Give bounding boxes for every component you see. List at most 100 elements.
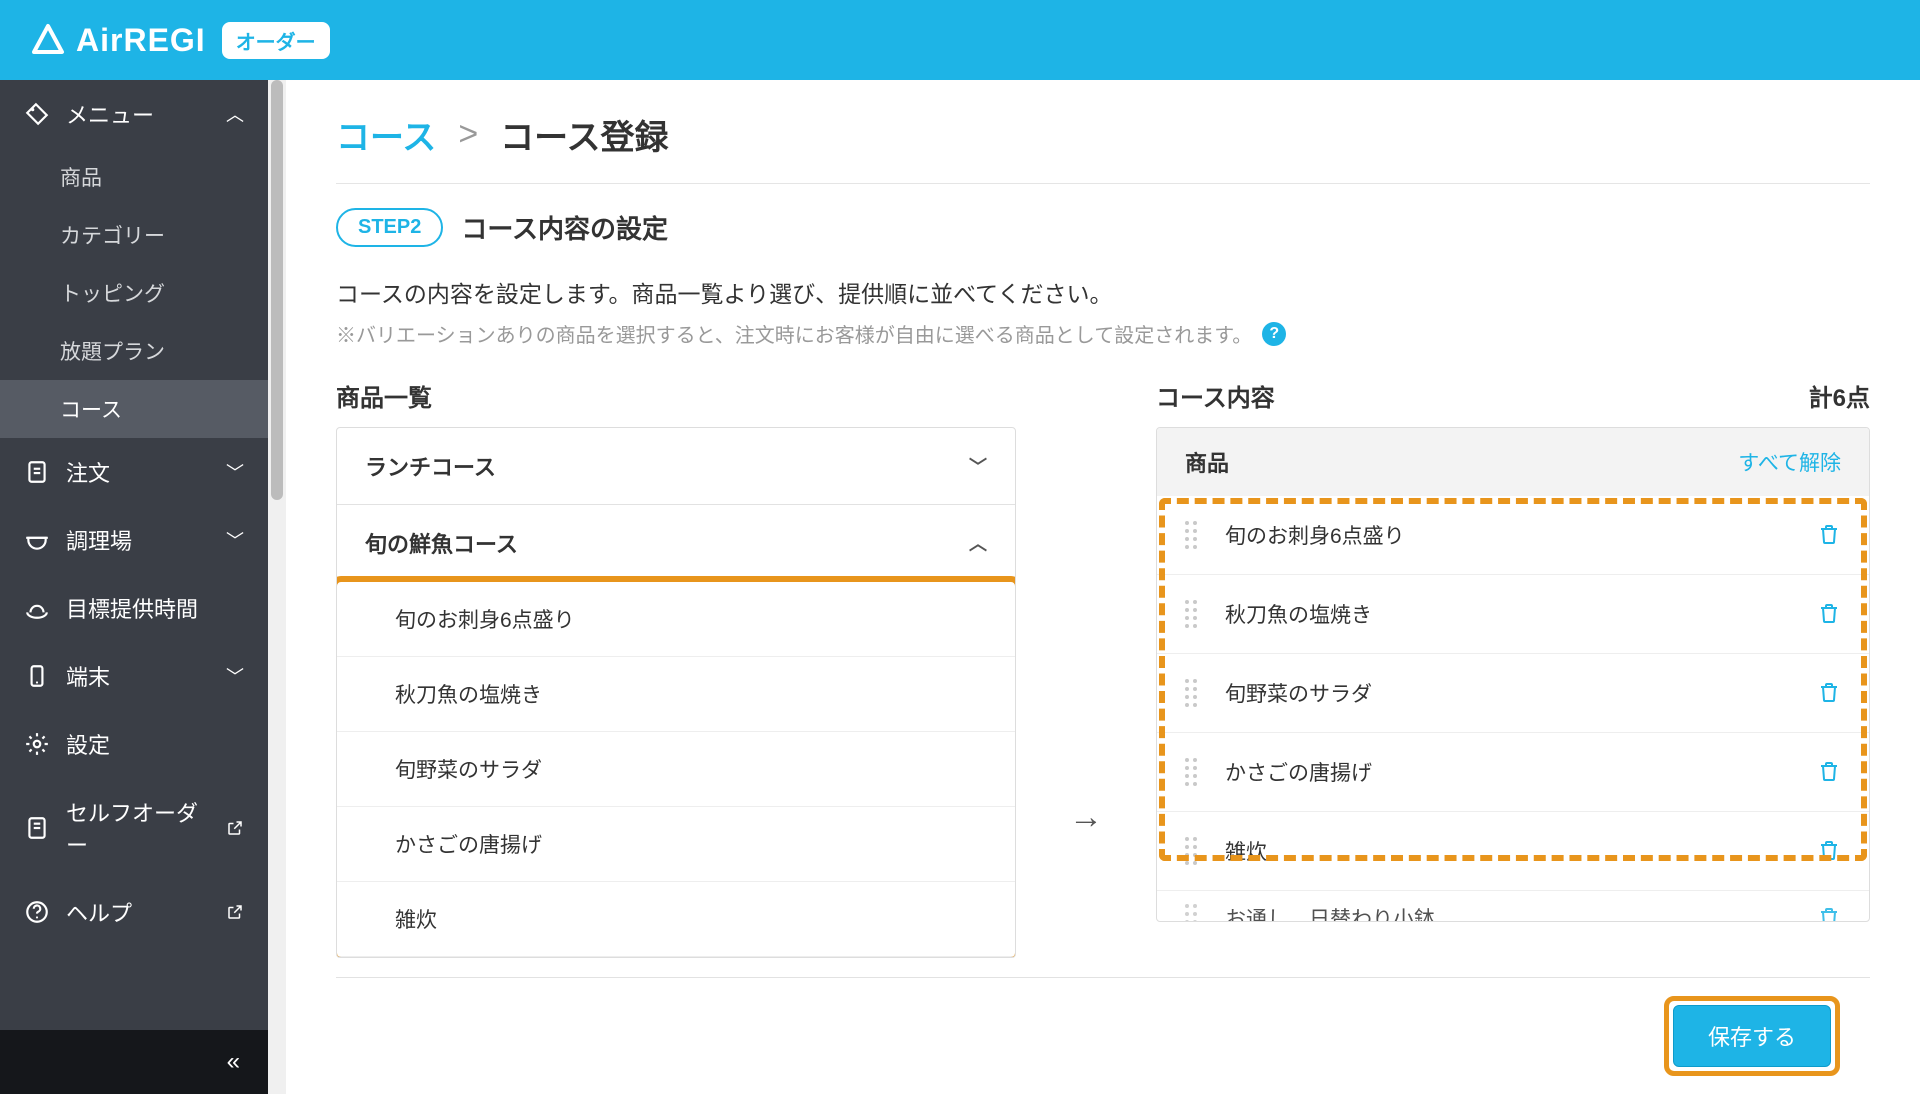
delete-button[interactable] <box>1817 905 1841 921</box>
course-content-header: 商品 すべて解除 <box>1157 428 1869 496</box>
course-row-partial[interactable]: お通し 日替わり小鉢 <box>1157 891 1869 921</box>
nav-menu-label: メニュー <box>66 98 154 130</box>
help-icon <box>24 899 50 925</box>
sidebar-collapse-button[interactable]: « <box>0 1030 268 1094</box>
accordion-fish-course[interactable]: 旬の鮮魚コース ︿ <box>337 505 1015 582</box>
course-item-label: かさごの唐揚げ <box>1225 757 1372 787</box>
dish-icon <box>24 595 50 621</box>
product-item[interactable]: 雑炊 <box>337 882 1015 957</box>
nav-sub-plan[interactable]: 放題プラン <box>0 322 268 380</box>
course-content-panel: 商品 すべて解除 旬のお刺身6点盛り <box>1156 427 1870 922</box>
nav-order[interactable]: 注文 ﹀ <box>0 438 268 506</box>
chevron-down-icon: ﹀ <box>226 459 244 485</box>
delete-button[interactable] <box>1817 601 1841 627</box>
help-tooltip-icon[interactable]: ? <box>1262 322 1286 346</box>
nav-menu[interactable]: メニュー ︿ <box>0 80 268 148</box>
brand-logo: AirREGI オーダー <box>30 22 330 59</box>
nav-target-time[interactable]: 目標提供時間 <box>0 574 268 642</box>
accordion-fish-items: 旬のお刺身6点盛り 秋刀魚の塩焼き 旬野菜のサラダ かさごの唐揚げ 雑炊 <box>337 582 1015 957</box>
nav-device[interactable]: 端末 ﹀ <box>0 642 268 710</box>
page-description: コースの内容を設定します。商品一覧より選び、提供順に並べてください。 <box>336 275 1870 309</box>
nav-kitchen[interactable]: 調理場 ﹀ <box>0 506 268 574</box>
external-link-icon <box>226 903 244 921</box>
drag-handle-icon[interactable] <box>1185 837 1203 865</box>
course-row[interactable]: 旬のお刺身6点盛り <box>1157 496 1869 575</box>
course-content-title: コース内容 <box>1156 378 1275 413</box>
nav-settings-label: 設定 <box>66 728 110 760</box>
step-badge: STEP2 <box>336 208 443 247</box>
drag-handle-icon[interactable] <box>1185 679 1203 707</box>
app-header: AirREGI オーダー <box>0 0 1920 80</box>
nav-self-order-label: セルフオーダー <box>66 796 210 860</box>
product-item[interactable]: 秋刀魚の塩焼き <box>337 657 1015 732</box>
brand-name: AirREGI <box>76 22 206 59</box>
course-item-label: 旬のお刺身6点盛り <box>1225 520 1405 550</box>
course-header-label: 商品 <box>1185 446 1229 478</box>
nav-sub-products[interactable]: 商品 <box>0 148 268 206</box>
nav-sub-course[interactable]: コース <box>0 380 268 438</box>
step-header: STEP2 コース内容の設定 <box>336 208 1870 247</box>
highlight-frame-save: 保存する <box>1664 996 1840 1076</box>
nav-sub-category[interactable]: カテゴリー <box>0 206 268 264</box>
product-item[interactable]: 旬野菜のサラダ <box>337 732 1015 807</box>
course-row[interactable]: かさごの唐揚げ <box>1157 733 1869 812</box>
accordion-lunch-course[interactable]: ランチコース ﹀ <box>337 428 1015 505</box>
main-content: コース > コース登録 STEP2 コース内容の設定 コースの内容を設定します。… <box>286 80 1920 1094</box>
course-item-label: 雑炊 <box>1225 836 1267 866</box>
save-button[interactable]: 保存する <box>1673 1005 1831 1067</box>
scrollbar[interactable] <box>268 80 286 1094</box>
page-subdescription: ※バリエーションありの商品を選択すると、注文時にお客様が自由に選べる商品として設… <box>336 319 1870 348</box>
chevron-down-icon: ﹀ <box>969 453 987 479</box>
drag-handle-icon[interactable] <box>1185 904 1203 921</box>
nav-device-label: 端末 <box>66 660 110 692</box>
course-row[interactable]: 雑炊 <box>1157 812 1869 891</box>
nav-self-order[interactable]: セルフオーダー <box>0 778 268 878</box>
tablet-icon <box>24 815 50 841</box>
breadcrumb-link-course[interactable]: コース <box>336 110 436 159</box>
drag-handle-icon[interactable] <box>1185 521 1203 549</box>
course-item-label: 秋刀魚の塩焼き <box>1225 599 1372 629</box>
chevron-down-icon: ﹀ <box>226 663 244 689</box>
drag-handle-icon[interactable] <box>1185 600 1203 628</box>
nav-help-label: ヘルプ <box>66 896 132 928</box>
course-item-label: お通し 日替わり小鉢 <box>1225 903 1435 921</box>
external-link-icon <box>226 819 244 837</box>
brand-triangle-icon <box>30 22 66 58</box>
pot-icon <box>24 527 50 553</box>
accordion-label: ランチコース <box>365 450 496 482</box>
chevron-double-left-icon: « <box>227 1048 240 1076</box>
chevron-up-icon: ︿ <box>226 101 244 127</box>
chevron-down-icon: ﹀ <box>226 527 244 553</box>
course-item-label: 旬野菜のサラダ <box>1225 678 1372 708</box>
product-list-panel: ランチコース ﹀ 旬の鮮魚コース ︿ 旬のお刺身6点盛り 秋刀魚の塩焼き 旬野菜… <box>336 427 1016 958</box>
chevron-up-icon: ︿ <box>969 530 987 556</box>
delete-button[interactable] <box>1817 759 1841 785</box>
product-list-title: 商品一覧 <box>336 378 432 413</box>
sidebar: メニュー ︿ 商品 カテゴリー トッピング 放題プラン コース 注文 ﹀ 調理場… <box>0 80 268 1094</box>
nav-sub-topping[interactable]: トッピング <box>0 264 268 322</box>
step-title: コース内容の設定 <box>461 209 668 246</box>
clear-all-button[interactable]: すべて解除 <box>1738 447 1841 477</box>
tag-icon <box>24 101 50 127</box>
delete-button[interactable] <box>1817 680 1841 706</box>
course-row[interactable]: 旬野菜のサラダ <box>1157 654 1869 733</box>
brand-badge: オーダー <box>222 22 330 59</box>
nav-help[interactable]: ヘルプ <box>0 878 268 946</box>
footer: 保存する <box>336 977 1870 1094</box>
breadcrumb-separator: > <box>458 115 478 154</box>
arrow-right-icon: → <box>1056 378 1116 977</box>
delete-button[interactable] <box>1817 838 1841 864</box>
drag-handle-icon[interactable] <box>1185 758 1203 786</box>
accordion-label: 旬の鮮魚コース <box>365 527 518 559</box>
course-row[interactable]: 秋刀魚の塩焼き <box>1157 575 1869 654</box>
nav-settings[interactable]: 設定 <box>0 710 268 778</box>
product-item[interactable]: かさごの唐揚げ <box>337 807 1015 882</box>
scrollbar-thumb[interactable] <box>271 80 283 500</box>
course-count-label: 計6点 <box>1809 378 1870 413</box>
breadcrumb-current: コース登録 <box>500 110 668 159</box>
nav-target-time-label: 目標提供時間 <box>66 592 198 624</box>
phone-icon <box>24 663 50 689</box>
delete-button[interactable] <box>1817 522 1841 548</box>
nav-order-label: 注文 <box>66 456 110 488</box>
product-item[interactable]: 旬のお刺身6点盛り <box>337 582 1015 657</box>
